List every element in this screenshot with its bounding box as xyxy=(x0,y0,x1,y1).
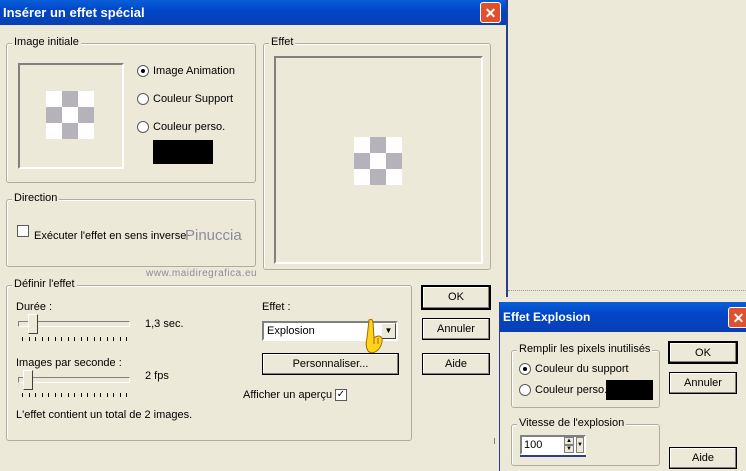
slider-tick xyxy=(74,337,75,341)
slider-tick xyxy=(35,337,36,341)
duree-label: Durée : xyxy=(16,301,53,313)
apercu-label: Afficher un aperçu xyxy=(243,389,333,401)
slider-tick xyxy=(93,337,95,341)
explosion-help-button[interactable]: Aide xyxy=(669,447,737,469)
slider-tick xyxy=(74,393,75,397)
explosion-ok-button[interactable]: OK xyxy=(668,341,738,364)
slider-tick xyxy=(126,337,127,341)
watermark-site: www.maidiregrafica.eu xyxy=(146,268,258,279)
slider-tick xyxy=(100,337,101,341)
fps-slider-track[interactable] xyxy=(18,377,130,383)
explosion-dialog: Effet Explosion ✕ Remplir les pixels inu… xyxy=(499,302,746,471)
slider-tick xyxy=(106,337,108,341)
fps-value: 2 fps xyxy=(145,370,169,382)
explosion-title: Effet Explosion xyxy=(503,310,591,324)
explosion-titlebar[interactable]: Effet Explosion ✕ xyxy=(500,302,746,332)
initial-image-thumbnail xyxy=(46,91,94,139)
radio-couleur-perso-label: Couleur perso. xyxy=(153,121,226,133)
slider-tick xyxy=(93,393,95,397)
slider-tick xyxy=(41,393,43,397)
spin-up-icon[interactable]: ▲ xyxy=(564,437,574,445)
radio-couleur-du-support-label: Couleur du support xyxy=(535,363,629,375)
slider-tick xyxy=(67,337,69,341)
duree-value: 1,3 sec. xyxy=(145,318,184,330)
watermark-name: Pinuccia xyxy=(185,227,242,244)
checkbox-sens-inverse[interactable] xyxy=(17,225,29,237)
radio-explosion-couleur-perso[interactable] xyxy=(519,384,531,396)
total-images-text: L'effet contient un total de 2 images. xyxy=(16,409,193,421)
spin-down-icon[interactable]: ▼ xyxy=(564,445,574,453)
checkbox-sens-inverse-label: Exécuter l'effet en sens inverse xyxy=(34,230,187,242)
duree-slider-thumb[interactable] xyxy=(28,314,38,334)
explosion-custom-color-swatch[interactable] xyxy=(606,380,653,400)
slider-tick xyxy=(126,393,127,397)
fps-slider-thumb[interactable] xyxy=(23,370,33,390)
slider-tick xyxy=(87,393,88,397)
slider-tick xyxy=(87,337,88,341)
slider-tick xyxy=(48,393,49,397)
spin-arrow-icon[interactable]: ▼ xyxy=(576,437,584,453)
spinbox-focus-line xyxy=(520,455,586,457)
separator-mark xyxy=(494,438,495,444)
effet-select-label: Effet : xyxy=(262,301,291,313)
radio-explosion-couleur-perso-label: Couleur perso. xyxy=(535,384,608,396)
help-button[interactable]: Aide xyxy=(422,353,490,375)
hand-cursor-icon xyxy=(365,318,383,354)
cancel-button[interactable]: Annuler xyxy=(422,318,490,340)
background-pane xyxy=(506,0,746,297)
group-label-image-initiale: Image initiale xyxy=(12,36,81,48)
slider-tick xyxy=(54,337,56,341)
group-label-direction: Direction xyxy=(12,192,60,204)
slider-tick xyxy=(106,393,108,397)
group-label-vitesse: Vitesse de l'explosion xyxy=(517,417,627,429)
custom-color-swatch[interactable] xyxy=(153,140,213,164)
vitesse-value: 100 xyxy=(524,439,543,451)
ok-button[interactable]: OK xyxy=(421,285,491,310)
main-title: Insérer un effet spécial xyxy=(3,5,145,20)
slider-tick xyxy=(100,393,101,397)
slider-tick xyxy=(80,337,82,341)
background-dotted-line xyxy=(508,290,746,292)
close-icon[interactable]: ✕ xyxy=(480,2,501,23)
slider-tick xyxy=(119,337,121,341)
radio-couleur-perso[interactable] xyxy=(137,121,149,133)
slider-tick xyxy=(48,337,49,341)
slider-tick xyxy=(80,393,82,397)
radio-couleur-support[interactable] xyxy=(137,93,149,105)
duree-slider-ticks xyxy=(22,337,127,342)
slider-tick xyxy=(54,393,56,397)
radio-image-animation-label: Image Animation xyxy=(153,65,235,77)
initial-image-preview xyxy=(18,63,124,169)
slider-tick xyxy=(113,337,114,341)
explosion-close-icon[interactable]: ✕ xyxy=(728,307,746,328)
slider-tick xyxy=(28,337,30,341)
group-label-remplir-pixels: Remplir les pixels inutilisés xyxy=(517,343,653,355)
slider-tick xyxy=(35,393,36,397)
group-label-definir-effet: Définir l'effet xyxy=(12,278,77,290)
group-label-effet-preview: Effet xyxy=(269,36,296,48)
radio-couleur-du-support[interactable] xyxy=(519,363,531,375)
checkbox-apercu[interactable]: ✓ xyxy=(335,389,347,401)
radio-couleur-support-label: Couleur Support xyxy=(153,93,234,105)
slider-tick xyxy=(67,393,69,397)
explosion-cancel-button[interactable]: Annuler xyxy=(669,372,737,394)
slider-tick xyxy=(113,393,114,397)
personnaliser-button[interactable]: Personnaliser... xyxy=(262,353,399,375)
main-dialog: Insérer un effet spécial ✕ Image initial… xyxy=(0,0,506,471)
vitesse-spinbox[interactable]: 100 ▲ ▼ ▼ xyxy=(520,435,586,455)
fps-slider-ticks xyxy=(22,393,127,398)
slider-tick xyxy=(61,337,62,341)
slider-tick xyxy=(41,337,43,341)
slider-tick xyxy=(22,393,23,397)
slider-tick xyxy=(22,337,23,341)
effect-preview xyxy=(274,56,483,264)
radio-image-animation[interactable] xyxy=(137,65,149,77)
slider-tick xyxy=(61,393,62,397)
effet-select-value: Explosion xyxy=(267,325,315,337)
slider-tick xyxy=(28,393,30,397)
effect-preview-thumbnail xyxy=(354,137,402,185)
fps-label: Images par seconde : xyxy=(16,357,122,369)
slider-tick xyxy=(119,393,121,397)
main-titlebar[interactable]: Insérer un effet spécial ✕ xyxy=(0,0,506,25)
